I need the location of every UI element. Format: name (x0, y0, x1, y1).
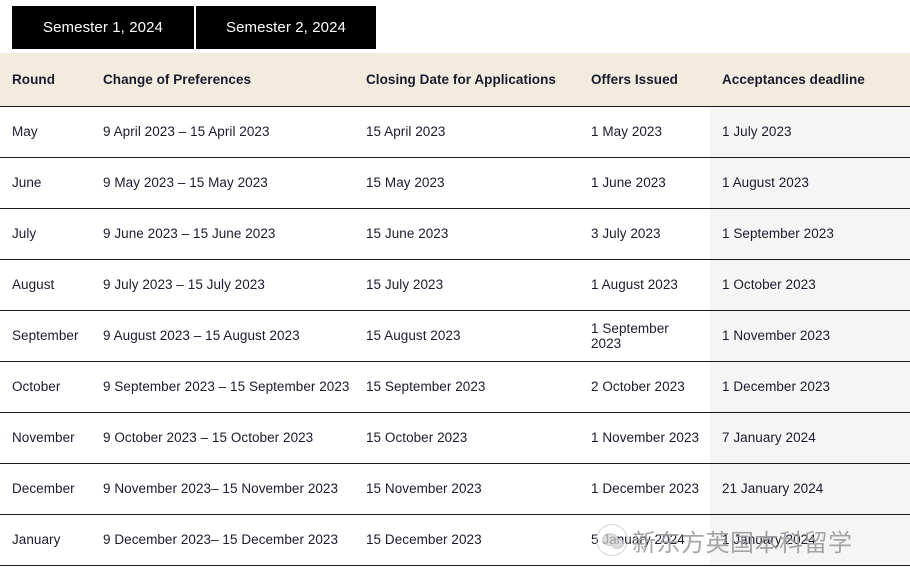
table-row: December 9 November 2023– 15 November 20… (0, 463, 910, 515)
cell-round: July (0, 208, 95, 260)
cell-round: January (0, 514, 95, 566)
cell-change-of-preferences: 9 July 2023 – 15 July 2023 (95, 259, 358, 311)
cell-round: November (0, 412, 95, 464)
table-body: May 9 April 2023 – 15 April 2023 15 Apri… (0, 106, 910, 566)
table-header: Round Change of Preferences Closing Date… (0, 53, 910, 107)
cell-change-of-preferences: 9 November 2023– 15 November 2023 (95, 463, 358, 515)
tab-semester-1[interactable]: Semester 1, 2024 (12, 6, 194, 49)
cell-change-of-preferences: 9 October 2023 – 15 October 2023 (95, 412, 358, 464)
cell-round: May (0, 106, 95, 158)
schedule-page: Semester 1, 2024 Semester 2, 2024 Round … (0, 0, 910, 575)
cell-acceptances-deadline: 1 September 2023 (710, 208, 910, 260)
cell-offers-issued: 1 November 2023 (583, 412, 710, 464)
cell-closing-date: 15 December 2023 (358, 514, 583, 566)
table-row: January 9 December 2023– 15 December 202… (0, 514, 910, 566)
cell-change-of-preferences: 9 August 2023 – 15 August 2023 (95, 310, 358, 362)
table-row: October 9 September 2023 – 15 September … (0, 361, 910, 413)
cell-closing-date: 15 September 2023 (358, 361, 583, 413)
cell-offers-issued: 1 August 2023 (583, 259, 710, 311)
cell-closing-date: 15 August 2023 (358, 310, 583, 362)
cell-closing-date: 15 July 2023 (358, 259, 583, 311)
cell-closing-date: 15 April 2023 (358, 106, 583, 158)
cell-change-of-preferences: 9 June 2023 – 15 June 2023 (95, 208, 358, 260)
cell-change-of-preferences: 9 December 2023– 15 December 2023 (95, 514, 358, 566)
cell-round: October (0, 361, 95, 413)
cell-change-of-preferences: 9 April 2023 – 15 April 2023 (95, 106, 358, 158)
cell-round: August (0, 259, 95, 311)
cell-offers-issued: 2 October 2023 (583, 361, 710, 413)
column-header-acceptances-deadline: Acceptances deadline (710, 53, 910, 107)
column-header-round: Round (0, 53, 95, 107)
table-row: July 9 June 2023 – 15 June 2023 15 June … (0, 208, 910, 260)
table-row: June 9 May 2023 – 15 May 2023 15 May 202… (0, 157, 910, 209)
cell-offers-issued: 1 September 2023 (583, 310, 710, 362)
cell-round: June (0, 157, 95, 209)
cell-acceptances-deadline: 1 December 2023 (710, 361, 910, 413)
column-header-change-of-preferences: Change of Preferences (95, 53, 358, 107)
table-header-row: Round Change of Preferences Closing Date… (0, 53, 910, 107)
cell-change-of-preferences: 9 September 2023 – 15 September 2023 (95, 361, 358, 413)
table-row: September 9 August 2023 – 15 August 2023… (0, 310, 910, 362)
column-header-closing-date: Closing Date for Applications (358, 53, 583, 107)
cell-change-of-preferences: 9 May 2023 – 15 May 2023 (95, 157, 358, 209)
semester-tab-bar: Semester 1, 2024 Semester 2, 2024 (12, 6, 376, 49)
cell-offers-issued: 3 July 2023 (583, 208, 710, 260)
cell-acceptances-deadline: 1 January 2024 (710, 514, 910, 566)
cell-acceptances-deadline: 1 August 2023 (710, 157, 910, 209)
cell-acceptances-deadline: 21 January 2024 (710, 463, 910, 515)
table-row: August 9 July 2023 – 15 July 2023 15 Jul… (0, 259, 910, 311)
cell-acceptances-deadline: 7 January 2024 (710, 412, 910, 464)
application-rounds-table: Round Change of Preferences Closing Date… (0, 53, 910, 566)
cell-acceptances-deadline: 1 November 2023 (710, 310, 910, 362)
tab-semester-2-label: Semester 2, 2024 (225, 19, 346, 36)
cell-round: September (0, 310, 95, 362)
cell-acceptances-deadline: 1 July 2023 (710, 106, 910, 158)
tab-semester-1-label: Semester 1, 2024 (42, 19, 163, 36)
cell-offers-issued: 5 January 2024 (583, 514, 710, 566)
cell-round: December (0, 463, 95, 515)
cell-offers-issued: 1 December 2023 (583, 463, 710, 515)
table-row: November 9 October 2023 – 15 October 202… (0, 412, 910, 464)
column-header-offers-issued: Offers Issued (583, 53, 710, 107)
cell-closing-date: 15 November 2023 (358, 463, 583, 515)
cell-closing-date: 15 October 2023 (358, 412, 583, 464)
table-row: May 9 April 2023 – 15 April 2023 15 Apri… (0, 106, 910, 158)
cell-offers-issued: 1 May 2023 (583, 106, 710, 158)
cell-offers-issued: 1 June 2023 (583, 157, 710, 209)
cell-closing-date: 15 June 2023 (358, 208, 583, 260)
tab-semester-2[interactable]: Semester 2, 2024 (194, 6, 376, 49)
cell-closing-date: 15 May 2023 (358, 157, 583, 209)
cell-acceptances-deadline: 1 October 2023 (710, 259, 910, 311)
application-rounds-table-wrapper: Round Change of Preferences Closing Date… (0, 53, 910, 566)
